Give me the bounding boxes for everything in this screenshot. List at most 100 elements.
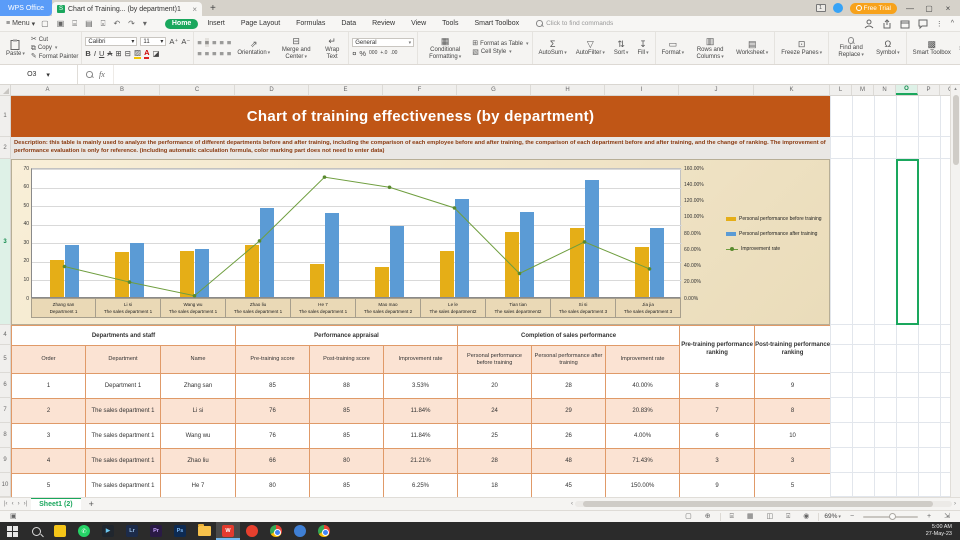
macro-record-icon[interactable]: ▣ [6,512,21,522]
undo-button[interactable]: ↶ [111,19,122,28]
formula-input[interactable] [114,65,960,84]
chart-legend[interactable]: Personal performance before training Pers… [726,216,822,252]
tab-formulas[interactable]: Formulas [289,19,332,29]
table-cell[interactable]: 4.00% [605,423,681,449]
table-group-header[interactable]: Completion of sales performance [457,325,681,346]
align-middle-icon[interactable]: ≡ [204,38,210,47]
table-cell[interactable]: 10 [754,423,830,449]
column-header-N[interactable]: N [874,85,896,95]
row-header-1[interactable]: 1 [0,96,10,137]
column-header-I[interactable]: I [605,85,679,95]
zoom-out-icon[interactable]: − [846,512,858,522]
premiere[interactable]: Pr [144,522,168,540]
copy-button[interactable]: ⧉ Copy [31,45,79,52]
column-header-B[interactable]: B [85,85,160,95]
table-column-header[interactable]: Post-training score [309,345,384,374]
font-color-button[interactable]: A [144,48,150,59]
table-cell[interactable]: 7 [679,398,756,424]
percent-icon[interactable]: % [359,49,366,58]
output-button[interactable]: ⌸ [70,19,79,29]
redo-button[interactable]: ↷ [126,19,137,28]
table-cell[interactable]: 76 [235,398,310,424]
table-cell[interactable]: 11.84% [382,398,459,424]
table-cell[interactable]: 8 [679,373,756,399]
prev-sheet-icon[interactable]: ‹ [12,501,14,507]
column-header-H[interactable]: H [531,85,605,95]
table-cell[interactable]: 5 [11,473,86,497]
new-tab-button[interactable]: + [202,0,224,16]
save-button[interactable]: ▣ [55,19,67,28]
start-button[interactable] [0,522,24,540]
normal-view-icon[interactable]: ⌸ [726,512,738,522]
smart-toolbox-button[interactable]: ▩ Smart Toolbox [910,39,954,57]
sheet-tab[interactable]: Sheet1 (2) [31,498,81,510]
sheet-title-cell[interactable]: Chart of training effectiveness (by depa… [11,96,830,137]
table-ranking-header[interactable]: Pre-training performance ranking [679,325,756,374]
decrease-decimal-icon[interactable]: .00 [390,49,397,58]
chrome-profile[interactable] [312,522,336,540]
increase-font-icon[interactable]: A⁺ [169,37,178,46]
select-all-corner[interactable] [0,85,11,96]
first-sheet-icon[interactable]: |‹ [4,501,8,507]
scroll-up-icon[interactable]: ▴ [954,85,957,93]
grid-body[interactable]: Chart of training effectiveness (by depa… [11,96,950,497]
close-window-button[interactable]: × [942,4,954,13]
row-header-7[interactable]: 7 [0,398,10,423]
fx-icon[interactable]: fx [99,70,105,79]
table-cell[interactable]: 88 [309,373,384,399]
table-cell[interactable]: 25 [457,423,533,449]
cut-button[interactable]: ✂ Cut [31,36,79,43]
table-cell[interactable]: 3.53% [382,373,459,399]
table-cell[interactable]: 21.21% [382,448,459,474]
last-sheet-icon[interactable]: ›| [24,501,28,507]
selected-cell-outline[interactable] [896,159,919,325]
table-cell[interactable]: 85 [235,373,310,399]
merge-cells-icon[interactable]: ⊟ [125,49,131,58]
column-header-E[interactable]: E [309,85,383,95]
column-header-C[interactable]: C [160,85,235,95]
photoshop[interactable]: Ps [168,522,192,540]
zoom-level[interactable]: 69% [824,513,841,520]
table-cell[interactable]: 3 [679,448,756,474]
align-left-icon[interactable]: ≡ [197,49,201,58]
table-column-header[interactable]: Improvement rate [382,345,459,374]
zoom-in-icon[interactable]: + [923,512,935,522]
table-cell[interactable]: 85 [309,473,384,497]
strikethrough-button[interactable]: A [107,49,112,58]
tab-view[interactable]: View [404,19,433,29]
decrease-indent-icon[interactable]: ≡ [220,38,224,47]
table-cell[interactable]: 76 [235,423,310,449]
align-bottom-icon[interactable]: ≡ [212,38,216,47]
font-size-select[interactable]: 11 ▾ [140,37,167,46]
scroll-right-icon[interactable]: › [954,501,956,507]
font-name-select[interactable]: Calibri ▾ [85,37,138,46]
tab-review[interactable]: Review [365,19,402,29]
table-cell[interactable]: Department 1 [85,373,161,399]
data-table-region[interactable]: Departments and staff Performance apprais… [11,325,830,497]
print-button[interactable]: ▤ [83,19,95,28]
borders-button[interactable]: ⊞ [115,49,121,58]
scroll-left-icon[interactable]: ‹ [571,501,573,507]
cell-style-button[interactable]: ▧ Cell Style [472,49,528,56]
distributed-icon[interactable]: ≡ [227,49,231,58]
symbol-button[interactable]: Ω Symbol [873,39,903,57]
conditional-formatting-button[interactable]: ▦ Conditional Formatting [421,36,469,60]
command-search-box[interactable]: Click to find commands [530,19,650,28]
column-header-D[interactable]: D [235,85,309,95]
wps-office[interactable]: W [216,522,240,540]
column-header-O[interactable]: O [896,85,918,95]
table-cell[interactable]: 29 [531,398,607,424]
comment-icon[interactable] [918,19,928,29]
align-right-icon[interactable]: ≡ [212,49,216,58]
column-header-Q[interactable]: Q [940,85,950,95]
table-column-header[interactable]: Improvement rate [605,345,681,374]
column-header-K[interactable]: K [754,85,830,95]
table-cell[interactable]: 4 [11,448,86,474]
quick-toolbar-more-icon[interactable]: ▾ [141,19,149,28]
video-player[interactable]: ▶ [96,522,120,540]
table-cell[interactable]: He 7 [160,473,236,497]
table-cell[interactable]: 1 [11,373,86,399]
underline-button[interactable]: U [99,49,104,58]
number-format-select[interactable]: General [352,38,415,47]
table-cell[interactable]: 85 [309,398,384,424]
